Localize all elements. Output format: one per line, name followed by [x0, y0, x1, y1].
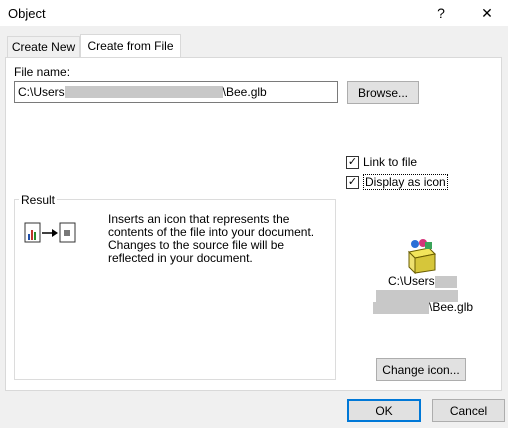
checkbox-box[interactable]: ✓	[346, 175, 359, 189]
file-path-prefix: C:\Users	[18, 85, 65, 99]
cancel-button[interactable]: Cancel	[432, 399, 505, 422]
file-icon-preview	[405, 238, 437, 277]
result-description: Inserts an icon that represents the cont…	[108, 212, 315, 265]
dialog-title: Object	[8, 6, 46, 21]
checkmark-icon: ✓	[347, 175, 358, 188]
icon-caption-line3: \Bee.glb	[373, 300, 473, 314]
checkmark-icon: ✓	[347, 155, 358, 168]
tab-create-new[interactable]: Create New	[7, 36, 80, 58]
file-name-label: File name:	[14, 65, 71, 79]
close-icon: ✕	[481, 4, 493, 21]
icon-caption-line1: C:\Users	[388, 274, 457, 288]
embed-icon-diagram	[24, 222, 78, 247]
close-button[interactable]: ✕	[470, 0, 504, 26]
change-icon-button[interactable]: Change icon...	[376, 358, 466, 381]
file-path-suffix: \Bee.glb	[222, 85, 267, 99]
browse-button[interactable]: Browse...	[347, 81, 419, 104]
redacted-segment	[64, 86, 223, 98]
checkbox-box[interactable]: ✓	[346, 155, 359, 169]
ok-button[interactable]: OK	[347, 399, 421, 422]
help-button[interactable]: ?	[424, 0, 458, 26]
result-legend: Result	[19, 193, 58, 207]
link-to-file-checkbox[interactable]: ✓ Link to file	[346, 155, 417, 169]
file-name-input[interactable]: C:\Users \Bee.glb	[14, 81, 338, 103]
tab-create-from-file[interactable]: Create from File	[80, 34, 181, 57]
display-as-icon-checkbox[interactable]: ✓ Display as icon	[346, 174, 448, 190]
